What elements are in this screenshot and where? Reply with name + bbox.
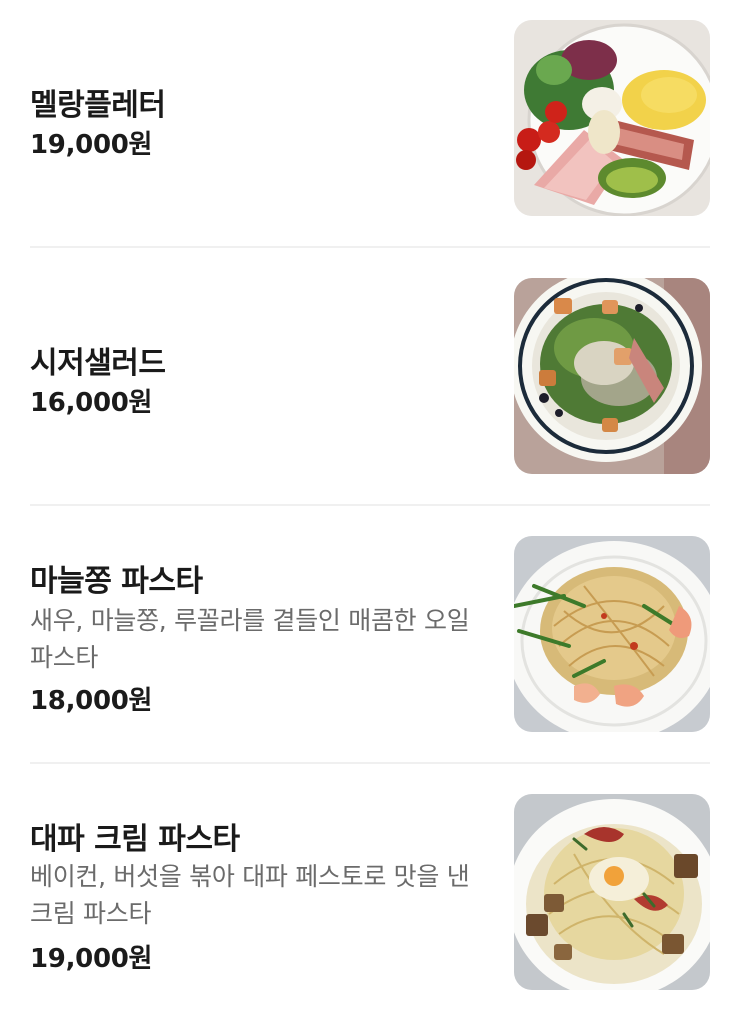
garlic-shrimp-pasta-photo[interactable] xyxy=(514,536,710,732)
menu-item-garlic-stem-pasta[interactable]: 마늘쫑 파스타 새우, 마늘쫑, 루꼴라를 곁들인 매콤한 오일 파스타 18,… xyxy=(30,536,710,732)
menu-item-name: 시저샐러드 xyxy=(30,346,166,381)
brunch-plate-photo[interactable] xyxy=(514,20,710,216)
menu-item-name: 멜랑플레터 xyxy=(30,88,166,123)
menu-item-melang-platter[interactable]: 멜랑플레터 19,000원 xyxy=(30,20,710,216)
menu-item-name: 대파 크림 파스타 xyxy=(30,822,240,857)
menu-list: 멜랑플레터 19,000원 시저샐러드 16,000원 마늘쫑 파스타 새우, … xyxy=(0,0,740,1020)
menu-item-price: 19,000원 xyxy=(30,130,153,160)
menu-item-price: 16,000원 xyxy=(30,388,153,418)
caesar-salad-photo[interactable] xyxy=(514,278,710,474)
menu-item-description: 새우, 마늘쫑, 루꼴라를 곁들인 매콤한 오일 파스타 xyxy=(30,606,470,672)
menu-item-name: 마늘쫑 파스타 xyxy=(30,564,203,599)
menu-item-description: 베이컨, 버섯을 볶아 대파 페스토로 맛을 낸 크림 파스타 xyxy=(30,862,470,928)
menu-item-leek-cream-pasta[interactable]: 대파 크림 파스타 베이컨, 버섯을 볶아 대파 페스토로 맛을 낸 크림 파스… xyxy=(30,794,710,990)
divider xyxy=(30,246,710,248)
divider xyxy=(30,504,710,506)
leek-cream-pasta-photo[interactable] xyxy=(514,794,710,990)
menu-item-caesar-salad[interactable]: 시저샐러드 16,000원 xyxy=(30,278,710,474)
menu-item-price: 18,000원 xyxy=(30,686,153,716)
menu-item-price: 19,000원 xyxy=(30,944,153,974)
divider xyxy=(30,762,710,764)
